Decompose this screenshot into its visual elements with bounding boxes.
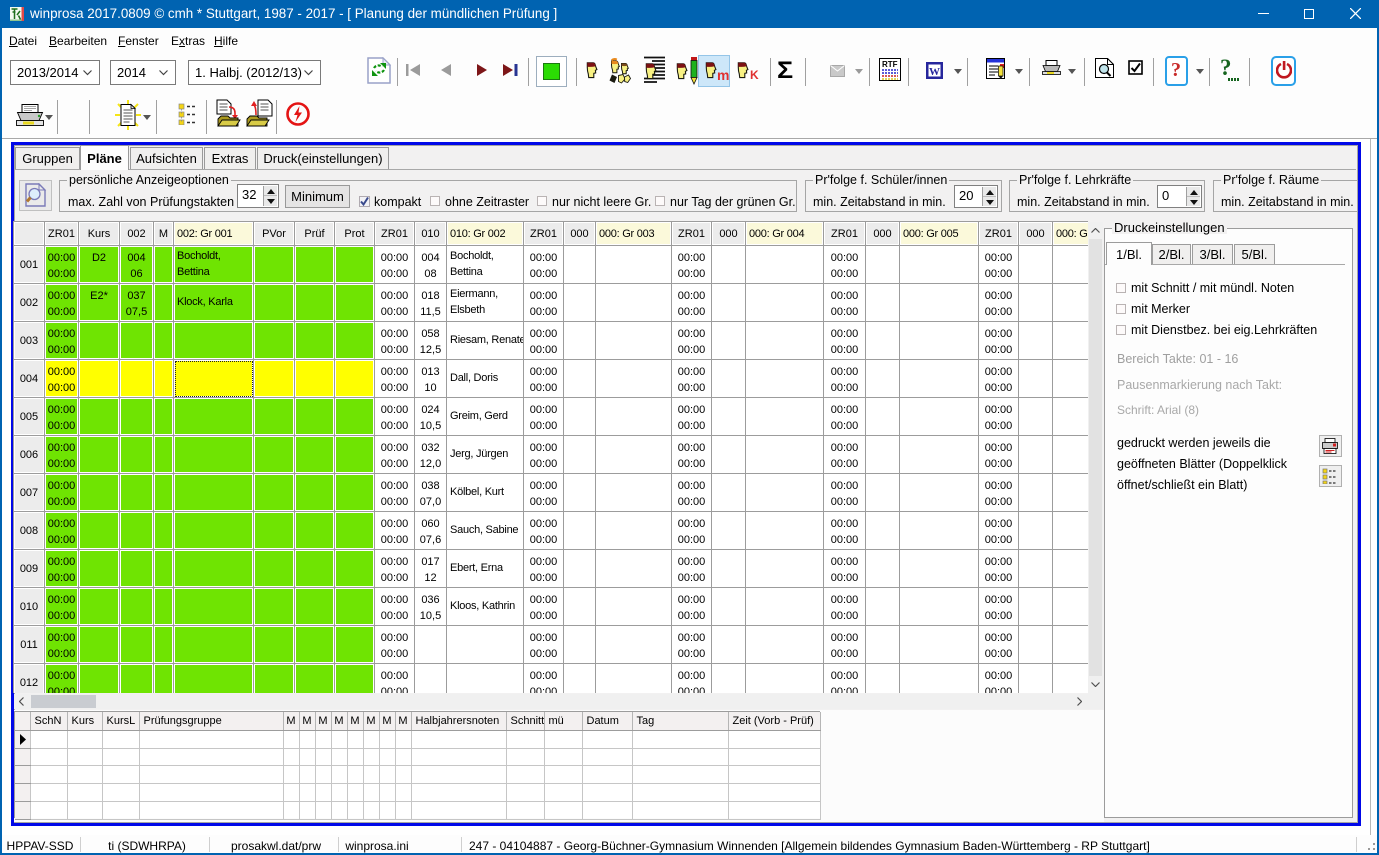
svg-text:RTF: RTF xyxy=(882,60,898,69)
svg-text:W: W xyxy=(929,66,940,78)
